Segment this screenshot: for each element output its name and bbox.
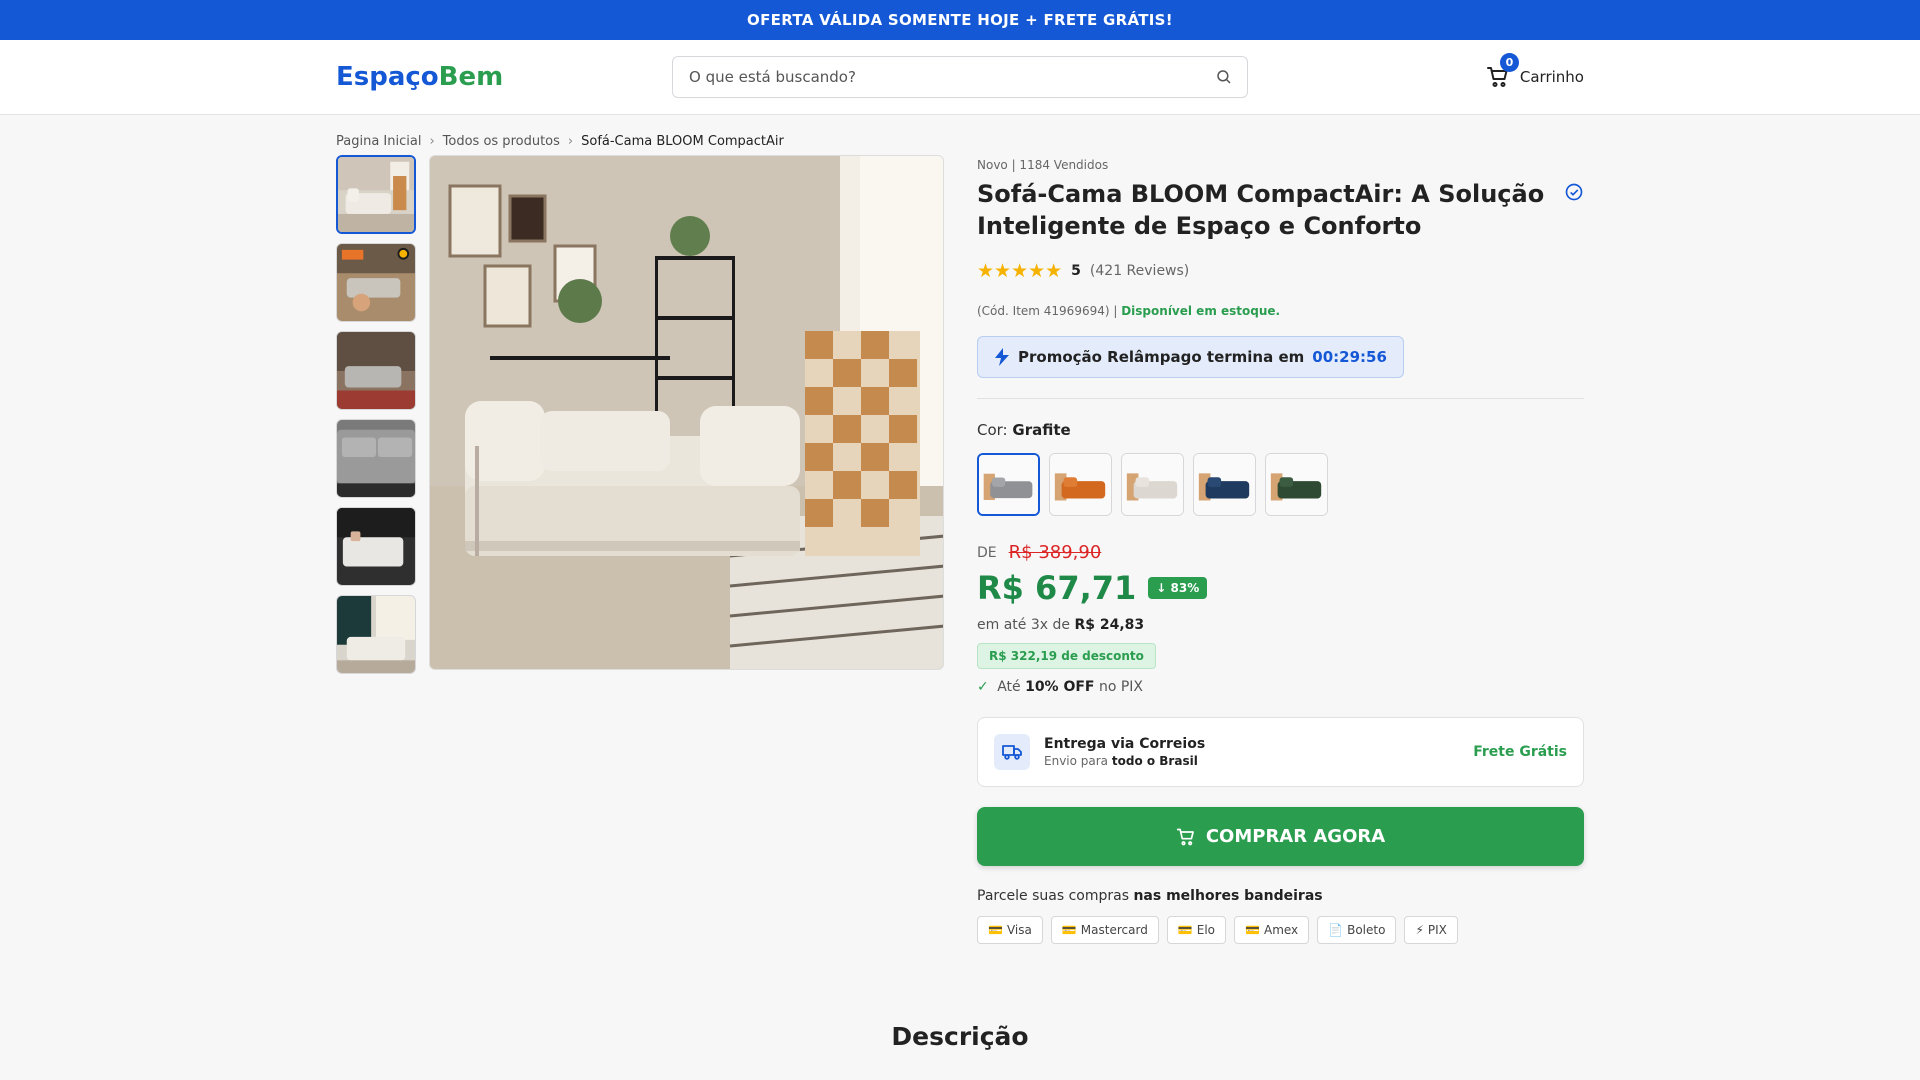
- original-price-row: DE R$ 389,90: [977, 542, 1584, 563]
- item-code: (Cód. Item 41969694) |: [977, 304, 1122, 318]
- delivery-title: Entrega via Correios: [1044, 736, 1206, 752]
- card-icon: 💳: [1245, 923, 1260, 937]
- divider: [977, 398, 1584, 399]
- color-swatch-grafite[interactable]: [977, 453, 1040, 516]
- installment-info: em até 3x de R$ 24,83: [977, 617, 1584, 633]
- rating-score: 5: [1071, 263, 1081, 279]
- thumbnail-5[interactable]: [336, 507, 416, 586]
- product-main-image[interactable]: [429, 155, 944, 670]
- payment-label: Boleto: [1347, 923, 1386, 937]
- breadcrumb-current: Sofá-Cama BLOOM CompactAir: [581, 133, 784, 149]
- pix-suffix: no PIX: [1098, 679, 1144, 695]
- thumbnail-6[interactable]: [336, 595, 416, 674]
- card-icon: 💳: [988, 923, 1003, 937]
- promo-banner: OFERTA VÁLIDA SOMENTE HOJE + FRETE GRÁTI…: [0, 0, 1920, 40]
- payment-visa: 💳 Visa: [977, 916, 1043, 944]
- free-shipping-label: Frete Grátis: [1473, 744, 1567, 760]
- thumbnail-2[interactable]: [336, 243, 416, 322]
- current-price: R$ 67,71: [977, 569, 1137, 607]
- parcel-bold: nas melhores bandeiras: [1133, 888, 1323, 904]
- delivery-card: Entrega via Correios Envio para todo o B…: [977, 717, 1584, 787]
- lightning-icon: [995, 348, 1009, 366]
- check-icon: ✓: [977, 679, 989, 695]
- color-swatches: [977, 453, 1584, 516]
- description-title: Descrição: [891, 1022, 1029, 1051]
- payment-label: PIX: [1427, 923, 1447, 937]
- flash-sale-banner: Promoção Relâmpago termina em 00:29:56: [977, 336, 1404, 378]
- breadcrumb-separator: ›: [567, 133, 574, 149]
- breadcrumb-home[interactable]: Pagina Inicial: [336, 134, 421, 149]
- color-label-text: Cor:: [977, 421, 1008, 439]
- product-gallery: [336, 155, 944, 944]
- stock-status: Disponível em estoque.: [1121, 304, 1281, 318]
- original-price: R$ 389,90: [1008, 542, 1102, 563]
- pix-discount: ✓ Até 10% OFF no PIX: [977, 679, 1584, 695]
- payment-label: Elo: [1196, 923, 1216, 937]
- product-rating[interactable]: ★★★★★ 5 (421 Reviews): [977, 260, 1584, 282]
- rating-stars-icon: ★★★★★: [977, 260, 1063, 282]
- payment-label: Visa: [1006, 923, 1032, 937]
- color-selected: Grafite: [1012, 421, 1071, 439]
- payment-methods: 💳 Visa 💳 Mastercard 💳 Elo 💳 Amex 📄 Boleto ⚡ PI…: [977, 916, 1584, 944]
- color-label: Cor: Grafite: [977, 421, 1584, 439]
- payment-boleto: 📄 Boleto: [1317, 916, 1397, 944]
- delivery-subtitle-bold: todo o Brasil: [1111, 754, 1198, 768]
- flash-sale-label: Promoção Relâmpago termina em: [1018, 348, 1305, 366]
- cart-button[interactable]: 0 Carrinho: [1344, 53, 1584, 89]
- price-prefix: DE: [977, 544, 997, 561]
- site-header: EspaçoBem 0 Carrinho: [0, 40, 1920, 115]
- color-swatch-laranja[interactable]: [1049, 453, 1112, 516]
- color-swatch-azul[interactable]: [1193, 453, 1256, 516]
- parcel-prefix: Parcele suas compras: [977, 888, 1130, 904]
- truck-icon: [994, 734, 1030, 770]
- product-title: Sofá-Cama BLOOM CompactAir: A Solução In…: [977, 180, 1545, 240]
- breadcrumb: Pagina Inicial › Todos os produtos › Sof…: [336, 115, 1584, 155]
- site-logo[interactable]: EspaçoBem: [336, 62, 576, 92]
- lightning-icon: ⚡: [1415, 923, 1424, 937]
- color-swatch-bege[interactable]: [1121, 453, 1184, 516]
- logo-part-2: Bem: [438, 62, 504, 92]
- card-icon: 💳: [1061, 923, 1077, 937]
- payment-label: Mastercard: [1080, 923, 1148, 937]
- thumbnail-4[interactable]: [336, 419, 416, 498]
- search-input[interactable]: [689, 68, 1215, 86]
- pix-prefix: Até: [997, 679, 1021, 695]
- flash-sale-timer: 00:29:56: [1312, 348, 1387, 366]
- thumbnail-list: [336, 155, 416, 944]
- card-icon: 💳: [1177, 923, 1193, 937]
- thumbnail-1[interactable]: [336, 155, 416, 234]
- breadcrumb-products[interactable]: Todos os produtos: [443, 134, 560, 149]
- stock-info: (Cód. Item 41969694) | Disponível em est…: [977, 304, 1584, 318]
- breadcrumb-separator: ›: [429, 133, 435, 149]
- buy-now-label: COMPRAR AGORA: [1205, 826, 1386, 847]
- cart-icon: [1176, 828, 1194, 845]
- product-info: Novo | 1184 Vendidos Sofá-Cama BLOOM Com…: [977, 155, 1584, 944]
- thumbnail-3[interactable]: [336, 331, 416, 410]
- cart-label: Carrinho: [1519, 68, 1584, 86]
- installment-prefix: em até 3x de: [977, 617, 1070, 633]
- current-price-row: R$ 67,71 ↓ 83%: [977, 569, 1584, 607]
- search-icon[interactable]: [1215, 68, 1233, 86]
- payment-mastercard: 💳 Mastercard: [1050, 916, 1159, 944]
- payment-pix: ⚡ PIX: [1404, 916, 1458, 944]
- delivery-subtitle: Envio para todo o Brasil: [1044, 754, 1473, 768]
- installment-value: R$ 24,83: [1074, 617, 1145, 633]
- discount-amount-badge: R$ 322,19 de desconto: [977, 643, 1156, 669]
- cart-count-badge: 0: [1499, 53, 1519, 72]
- document-icon: 📄: [1328, 923, 1344, 937]
- rating-reviews-count: (421 Reviews): [1089, 263, 1190, 279]
- color-swatch-verde[interactable]: [1265, 453, 1328, 516]
- payment-amex: 💳 Amex: [1234, 916, 1310, 944]
- logo-part-1: Espaço: [336, 62, 439, 92]
- verified-badge-icon: [1565, 183, 1583, 201]
- payment-elo: 💳 Elo: [1166, 916, 1227, 944]
- payment-info-text: Parcele suas compras nas melhores bandei…: [977, 888, 1584, 904]
- product-meta: Novo | 1184 Vendidos: [977, 158, 1109, 172]
- payment-label: Amex: [1263, 923, 1299, 937]
- delivery-subtitle-prefix: Envio para: [1044, 754, 1109, 768]
- discount-badge: ↓ 83%: [1148, 577, 1208, 599]
- buy-now-button[interactable]: COMPRAR AGORA: [977, 807, 1584, 866]
- search-bar: [672, 56, 1248, 98]
- pix-bold: 10% OFF: [1025, 679, 1095, 695]
